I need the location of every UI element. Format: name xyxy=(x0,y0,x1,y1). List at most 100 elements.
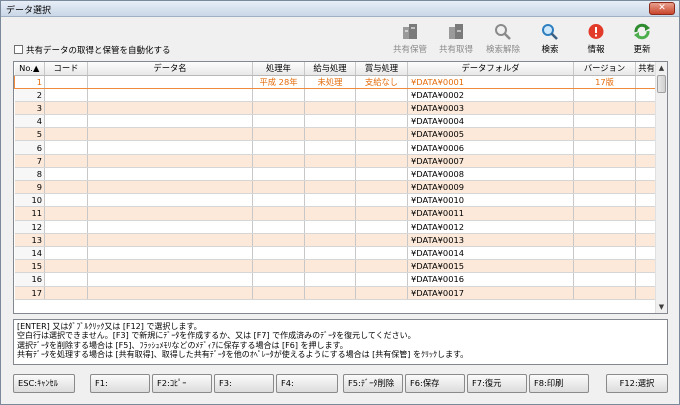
row-year-cell xyxy=(252,154,305,168)
row-bonus-cell xyxy=(355,167,408,182)
f5-delete-button[interactable]: F5:ﾃﾞｰﾀ削除 xyxy=(343,374,403,393)
row-year-cell xyxy=(252,272,305,287)
title-bar[interactable]: データ選択 ✕ xyxy=(1,1,679,17)
share-get-button[interactable]: 共有取得 xyxy=(438,23,474,57)
col-header-no[interactable]: No.▲ xyxy=(14,62,45,76)
row-version-cell xyxy=(573,286,636,300)
esc-cancel-button[interactable]: ESC:ｷｬﾝｾﾙ xyxy=(13,374,75,393)
row-bonus-cell xyxy=(355,101,408,116)
help-line: 選択ﾃﾞｰﾀを削除する場合は [F5]、ﾌﾗｯｼｭﾒﾓﾘなどのﾒﾃﾞｨｱに保存す… xyxy=(17,340,348,350)
col-header-folder[interactable]: データフォルダ xyxy=(407,62,574,76)
row-salary-cell xyxy=(304,259,356,274)
f4-button[interactable]: F4: xyxy=(276,374,338,393)
scroll-thumb[interactable] xyxy=(657,75,666,93)
col-header-code[interactable]: コード xyxy=(44,62,88,76)
f2-copy-button[interactable]: F2:ｺﾋﾟｰ xyxy=(152,374,212,393)
share-save-icon xyxy=(403,24,417,39)
table-row[interactable]: 9 ¥DATA¥0009 xyxy=(14,180,658,195)
scroll-down-arrow[interactable]: ▼ xyxy=(656,301,667,313)
help-line: [ENTER] 又はﾀﾞﾌﾞﾙｸﾘｯｸ又は [F12] で選択します。 xyxy=(17,322,202,331)
row-version-cell xyxy=(573,206,636,221)
col-header-year[interactable]: 処理年 xyxy=(252,62,305,76)
close-button[interactable]: ✕ xyxy=(649,2,675,15)
help-line: 共有ﾃﾞｰﾀを処理する場合は [共有取得]、取得した共有ﾃﾞｰﾀを他のｵﾍﾟﾚｰ… xyxy=(17,350,469,360)
col-header-bonus[interactable]: 賞与処理 xyxy=(355,62,408,76)
col-header-version[interactable]: バージョン xyxy=(573,62,636,76)
row-folder-cell: ¥DATA¥0003 xyxy=(407,101,574,116)
table-row[interactable]: 7 ¥DATA¥0007 xyxy=(14,154,658,168)
row-folder-cell: ¥DATA¥0001 xyxy=(407,74,574,89)
row-folder-cell: ¥DATA¥0016 xyxy=(407,272,574,287)
row-year-cell xyxy=(252,259,305,274)
row-data-name-cell xyxy=(87,220,253,234)
row-folder-cell: ¥DATA¥0013 xyxy=(407,233,574,247)
table-row[interactable]: 4 ¥DATA¥0004 xyxy=(14,114,658,129)
info-icon xyxy=(588,24,604,39)
table-row[interactable]: 16 ¥DATA¥0016 xyxy=(14,272,658,287)
row-no-cell: 11 xyxy=(14,206,45,221)
row-no-cell: 13 xyxy=(14,233,45,247)
row-folder-cell: ¥DATA¥0006 xyxy=(407,140,574,155)
row-bonus-cell xyxy=(355,233,408,247)
row-data-name-cell xyxy=(87,88,253,102)
f3-button[interactable]: F3: xyxy=(214,374,274,393)
row-salary-cell xyxy=(304,272,356,287)
table-row[interactable]: 10 ¥DATA¥0010 xyxy=(14,193,658,208)
row-folder-cell: ¥DATA¥0005 xyxy=(407,127,574,142)
table-row[interactable]: 2 ¥DATA¥0002 xyxy=(14,88,658,102)
search-button[interactable]: 検索 xyxy=(532,23,568,57)
data-grid[interactable]: No.▲ コード データ名 処理年 給与処理 賞与処理 データフォルダ バージョ… xyxy=(13,61,668,314)
row-year-cell xyxy=(252,180,305,195)
table-row[interactable]: 5 ¥DATA¥0005 xyxy=(14,127,658,142)
row-code-cell xyxy=(44,167,88,182)
f8-print-button[interactable]: F8:印刷 xyxy=(529,374,589,393)
refresh-icon xyxy=(634,23,650,40)
row-code-cell xyxy=(44,286,88,300)
row-year-cell xyxy=(252,127,305,142)
col-header-data-name[interactable]: データ名 xyxy=(87,62,253,76)
row-bonus-cell: 支給なし xyxy=(355,74,408,89)
search-clear-button[interactable]: 検索解除 xyxy=(484,23,522,57)
f1-button[interactable]: F1: xyxy=(90,374,150,393)
table-row[interactable]: 17 ¥DATA¥0017 xyxy=(14,286,658,300)
table-row[interactable]: 3 ¥DATA¥0003 xyxy=(14,101,658,116)
row-version-cell xyxy=(573,233,636,247)
row-bonus-cell xyxy=(355,114,408,129)
row-version-cell xyxy=(573,154,636,168)
row-version-cell xyxy=(573,167,636,182)
col-header-salary[interactable]: 給与処理 xyxy=(304,62,356,76)
row-code-cell xyxy=(44,127,88,142)
row-data-name-cell xyxy=(87,286,253,300)
row-salary-cell xyxy=(304,180,356,195)
f6-save-button[interactable]: F6:保存 xyxy=(405,374,465,393)
row-data-name-cell xyxy=(87,206,253,221)
row-no-cell: 1 xyxy=(14,74,45,89)
row-version-cell: 17版 xyxy=(573,74,636,89)
share-save-button[interactable]: 共有保管 xyxy=(392,23,428,57)
row-salary-cell xyxy=(304,286,356,300)
row-bonus-cell xyxy=(355,259,408,274)
table-row[interactable]: 1 平成 28年 未処理 支給なし ¥DATA¥0001 17版 xyxy=(14,74,658,89)
table-row[interactable]: 8 ¥DATA¥0008 xyxy=(14,167,658,182)
window-title: データ選択 xyxy=(6,6,52,16)
scroll-up-arrow[interactable]: ▲ xyxy=(656,62,667,74)
f12-select-button[interactable]: F12:選択 xyxy=(606,374,668,393)
row-salary-cell xyxy=(304,114,356,129)
info-button[interactable]: 情報 xyxy=(578,23,614,57)
table-row[interactable]: 15 ¥DATA¥0015 xyxy=(14,259,658,274)
f7-restore-button[interactable]: F7:復元 xyxy=(467,374,527,393)
table-row[interactable]: 13 ¥DATA¥0013 xyxy=(14,233,658,247)
vertical-scrollbar[interactable]: ▲ ▼ xyxy=(655,62,667,313)
table-row[interactable]: 6 ¥DATA¥0006 xyxy=(14,140,658,155)
auto-share-checkbox[interactable] xyxy=(14,45,23,54)
refresh-button[interactable]: 更新 xyxy=(624,23,660,57)
table-row[interactable]: 12 ¥DATA¥0012 xyxy=(14,220,658,234)
row-folder-cell: ¥DATA¥0007 xyxy=(407,154,574,168)
row-year-cell xyxy=(252,286,305,300)
data-table: No.▲ コード データ名 処理年 給与処理 賞与処理 データフォルダ バージョ… xyxy=(14,62,658,300)
row-folder-cell: ¥DATA¥0002 xyxy=(407,88,574,102)
row-folder-cell: ¥DATA¥0009 xyxy=(407,180,574,195)
table-row[interactable]: 11 ¥DATA¥0011 xyxy=(14,206,658,221)
row-salary-cell xyxy=(304,88,356,102)
table-row[interactable]: 14 ¥DATA¥0014 xyxy=(14,246,658,261)
